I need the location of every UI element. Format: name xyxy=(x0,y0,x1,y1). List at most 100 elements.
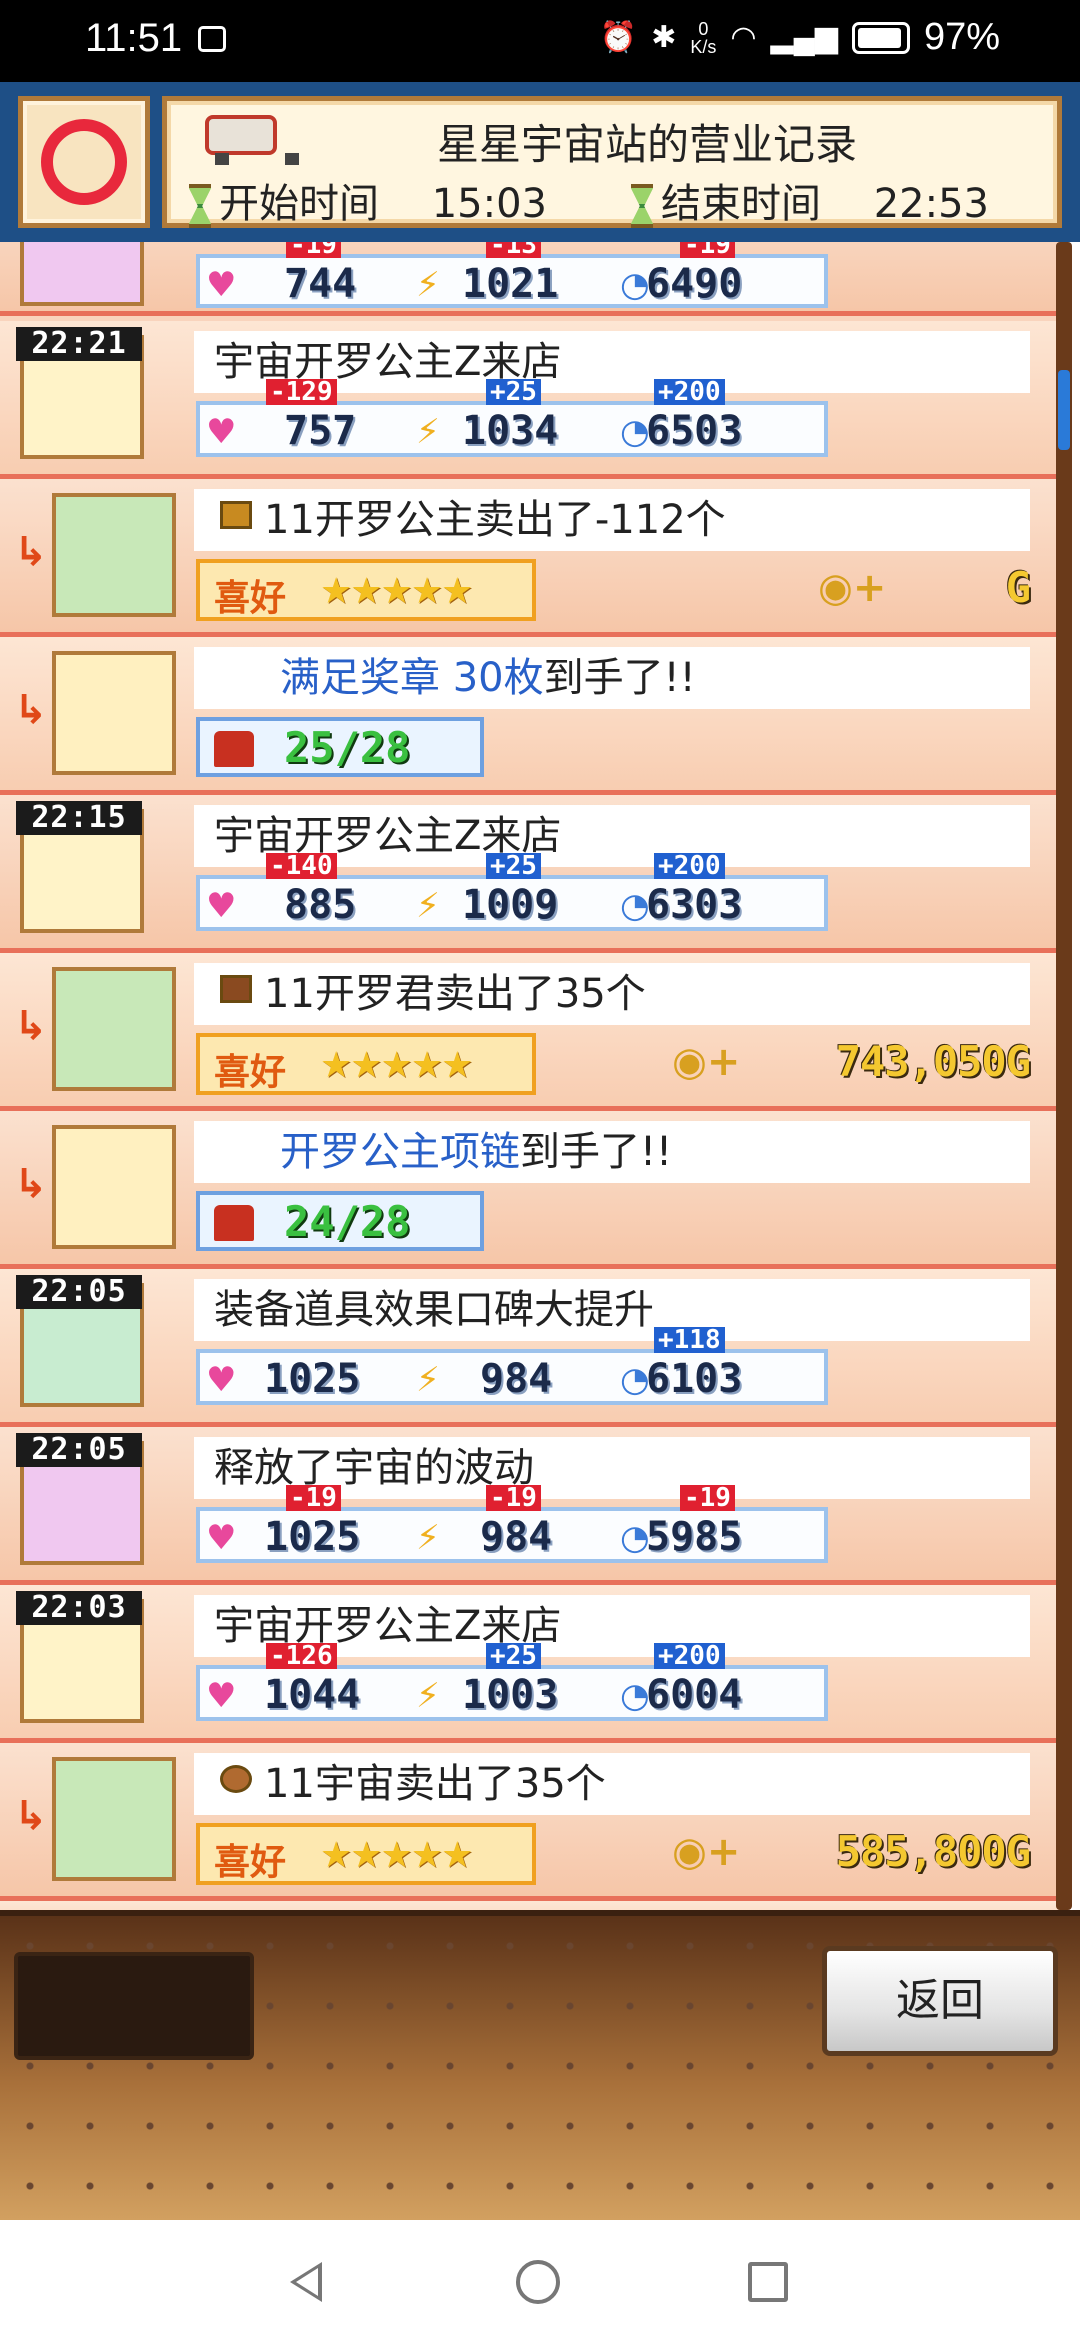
end-label: 结束时间 xyxy=(661,181,821,227)
arrow-icon: ↳ xyxy=(14,1793,48,1839)
bolt-value: 984 xyxy=(480,1356,553,1402)
log-entry: 22:05 释放了宇宙的波动 ♥ -19 1025 ⚡ -19 984 ◔ -1… xyxy=(0,1427,1060,1585)
nav-home-icon[interactable] xyxy=(516,2260,560,2304)
arrow-icon: ↳ xyxy=(14,529,48,575)
stats-bar: ♥ -126 1044 ⚡ +25 1003 ◔ +200 6004 xyxy=(196,1643,828,1721)
start-label: 开始时间 xyxy=(219,181,379,227)
stats-bar: ♥ -129 757 ⚡ +25 1034 ◔ +200 6503 xyxy=(196,379,828,457)
nav-back-icon[interactable] xyxy=(286,2260,330,2304)
end-time-group: 结束时间 22:53 xyxy=(631,171,989,229)
battery-icon xyxy=(851,21,910,54)
bolt-icon: ⚡ xyxy=(416,1518,440,1558)
time-badge: 22:21 xyxy=(16,327,142,361)
app-notification-icon xyxy=(198,26,226,52)
scrollbar[interactable] xyxy=(1056,242,1072,1910)
log-entry: ↳ 11开罗公主卖出了-112个 喜好 ★★★★★ ◉+ G xyxy=(0,479,1060,637)
log-entry: ↳ 满足奖章 30枚到手了!! 25/28 xyxy=(0,637,1060,795)
wifi-icon: ◠ xyxy=(730,21,757,54)
time-badge: 22:15 xyxy=(16,801,142,835)
chat-delta: +118 xyxy=(654,1327,725,1353)
product-icon xyxy=(220,1765,252,1793)
heart-value: 1044 xyxy=(264,1672,361,1718)
chat-delta: -19 xyxy=(680,1485,735,1511)
bolt-value: 1009 xyxy=(462,882,559,928)
treasure-chest-icon xyxy=(52,1125,176,1249)
start-time: 15:03 xyxy=(431,181,547,227)
shop-counter-icon xyxy=(52,493,176,617)
bolt-icon: ⚡ xyxy=(416,265,440,305)
stats-bar: ♥ -19 744 ⚡ -13 1021 ◔ -19 6490 xyxy=(196,242,828,308)
treasure-chest-icon xyxy=(52,651,176,775)
chat-delta: +200 xyxy=(654,1643,725,1669)
chat-value: 6503 xyxy=(646,408,743,454)
message-highlight: 开罗公主项链 xyxy=(280,1129,520,1175)
sale-amount: G xyxy=(1005,563,1031,612)
bolt-value: 1034 xyxy=(462,408,559,454)
chest-icon xyxy=(214,731,254,767)
preference-bar: 喜好 ★★★★★ xyxy=(196,1033,536,1095)
nav-recents-icon[interactable] xyxy=(748,2262,788,2302)
arrow-icon: ↳ xyxy=(14,1161,48,1207)
sale-amount: 743,050G xyxy=(835,1037,1031,1086)
bolt-value: 1021 xyxy=(462,261,559,307)
chat-delta: -19 xyxy=(680,242,735,258)
record-button[interactable] xyxy=(18,96,150,228)
hourglass-avatar-icon xyxy=(20,242,144,306)
heart-icon: ♥ xyxy=(206,1518,237,1558)
heart-delta: -140 xyxy=(266,853,337,879)
log-list[interactable]: ♥ -19 744 ⚡ -13 1021 ◔ -19 6490 22:21 宇宙… xyxy=(0,242,1060,1910)
preference-bar: 喜好 ★★★★★ xyxy=(196,559,536,621)
preference-stars: ★★★★★ xyxy=(320,1045,473,1086)
preference-label: 喜好 xyxy=(214,578,287,619)
log-entry: 22:03 宇宙开罗公主Z来店 ♥ -126 1044 ⚡ +25 1003 ◔… xyxy=(0,1585,1060,1743)
chest-icon xyxy=(214,1205,254,1241)
log-message: 11开罗公主卖出了-112个 xyxy=(194,489,1030,551)
bolt-icon: ⚡ xyxy=(416,1360,440,1400)
heart-delta: -19 xyxy=(286,1485,341,1511)
log-message: 装备道具效果口碑大提升 xyxy=(194,1279,1030,1341)
chat-value: 6303 xyxy=(646,882,743,928)
battery-percent: 97% xyxy=(923,16,1000,58)
heart-delta: -129 xyxy=(266,379,337,405)
heart-value: 757 xyxy=(284,408,357,454)
preference-label: 喜好 xyxy=(214,1842,287,1883)
circle-icon xyxy=(41,119,127,205)
chat-delta: +200 xyxy=(654,853,725,879)
stats-bar: ♥ 1025 ⚡ 984 ◔ +118 6103 xyxy=(196,1327,828,1405)
heart-icon: ♥ xyxy=(206,1676,237,1716)
bolt-icon: ⚡ xyxy=(416,1676,440,1716)
heart-value: 1025 xyxy=(264,1356,361,1402)
header: 星星宇宙站的营业记录 开始时间 15:03 结束时间 22:53 xyxy=(0,82,1080,242)
signal-4g-icon: ▂▄▆ xyxy=(770,21,838,54)
time-badge: 22:05 xyxy=(16,1275,142,1309)
log-entry: ↳ 11开罗君卖出了35个 喜好 ★★★★★ ◉+ 743,050G xyxy=(0,953,1060,1111)
preference-bar: 喜好 ★★★★★ xyxy=(196,1823,536,1885)
scrollbar-thumb[interactable] xyxy=(1058,370,1070,450)
medal-count-bar: 24/28 xyxy=(196,1191,484,1251)
back-button[interactable]: 返回 xyxy=(822,1946,1058,2056)
heart-icon: ♥ xyxy=(206,265,237,305)
heart-icon: ♥ xyxy=(206,1360,237,1400)
header-panel: 星星宇宙站的营业记录 开始时间 15:03 结束时间 22:53 xyxy=(162,96,1062,228)
time-badge: 22:05 xyxy=(16,1433,142,1467)
status-icons: ⏰ ✱ 0 K/s ◠ ▂▄▆ 97% xyxy=(600,16,1000,59)
alarm-icon: ⏰ xyxy=(599,21,638,54)
log-message: 11宇宙卖出了35个 xyxy=(194,1753,1030,1815)
log-message: 满足奖章 30枚到手了!! xyxy=(194,647,1030,709)
status-time: 11:51 xyxy=(85,16,183,60)
chat-value: 6490 xyxy=(646,261,743,307)
bolt-delta: -19 xyxy=(486,1485,541,1511)
message-rest: 到手了!! xyxy=(543,655,696,701)
preference-label: 喜好 xyxy=(214,1052,287,1093)
arrow-icon: ↳ xyxy=(14,687,48,733)
heart-icon: ♥ xyxy=(206,412,237,452)
log-entry: ♥ -19 744 ⚡ -13 1021 ◔ -19 6490 xyxy=(0,242,1060,316)
chat-delta: +200 xyxy=(654,379,725,405)
shop-counter-icon xyxy=(52,1757,176,1881)
heart-value: 1025 xyxy=(264,1514,361,1560)
system-nav-bar xyxy=(0,2220,1080,2340)
coin-plus-icon: ◉+ xyxy=(672,1829,741,1875)
product-icon xyxy=(220,501,252,529)
preference-stars: ★★★★★ xyxy=(320,1835,473,1876)
heart-icon: ♥ xyxy=(206,886,237,926)
